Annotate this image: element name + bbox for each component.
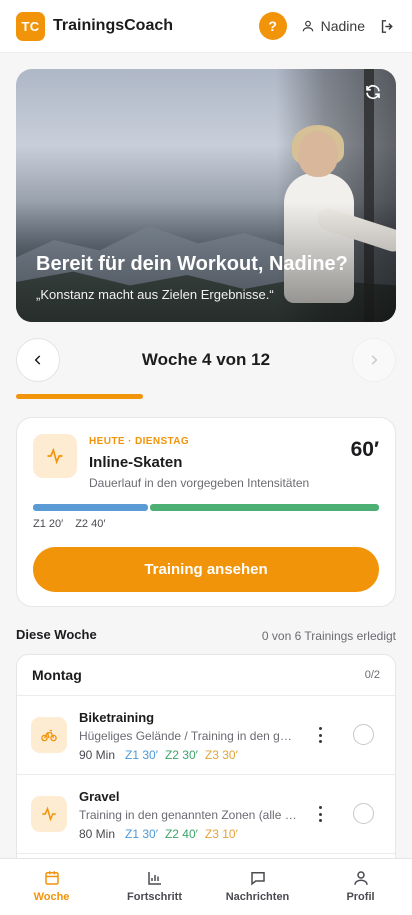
workout-description: Hügeliges Gelände / Training in den gena… [79, 729, 297, 743]
app-logo: TC [16, 11, 45, 41]
this-week-count: 0 von 6 Trainings erledigt [261, 629, 396, 643]
today-workout-name: Inline-Skaten [89, 454, 183, 471]
zone-2-time: Z2 30′ [164, 748, 198, 762]
zone-1-time: Z1 30′ [125, 827, 158, 841]
refresh-icon [366, 85, 380, 99]
bottom-navigation: Woche Fortschritt Nachrichten Profil [0, 858, 412, 915]
day-count: 0/2 [364, 669, 380, 681]
workout-meta: 80 Min Z1 30′ Z2 40′ Z3 10′ [79, 827, 238, 841]
plan-progress-bar [16, 394, 396, 399]
zone-segment [150, 504, 379, 511]
next-week-button[interactable] [352, 338, 396, 382]
today-workout-card: HEUTE · DIENSTAG Inline-Skaten Dauerlauf… [16, 417, 396, 607]
app-name: TrainingsCoach [53, 17, 174, 34]
complete-checkbox[interactable] [353, 803, 374, 824]
workout-meta: 90 Min Z1 30′ Z2 30′ Z3 30′ [79, 748, 238, 762]
workout-title: Gravel [79, 789, 120, 804]
today-workout-description: Dauerlauf in den vorgegeben Intensitäten [89, 476, 310, 490]
bike-icon [31, 717, 67, 753]
workout-duration: 80 Min [79, 827, 116, 841]
hero-quote: „Konstanz macht aus Zielen Ergebnisse.“ [36, 287, 274, 302]
message-icon [250, 872, 265, 886]
day-header[interactable]: Montag 0/2 [17, 655, 395, 696]
previous-week-button[interactable] [16, 338, 60, 382]
zone-label: Z1 20′ [33, 518, 64, 530]
more-options-icon[interactable] [314, 803, 326, 825]
plan-progress-fill [16, 394, 143, 399]
nav-label: Woche [33, 891, 70, 903]
logout-icon [381, 19, 393, 33]
week-title: Woche 4 von 12 [141, 350, 271, 369]
nav-label: Nachrichten [225, 891, 290, 903]
workout-row[interactable]: Gravel Training in den genannten Zonen (… [17, 775, 395, 854]
zone-labels: Z1 20′ Z2 40′ [33, 518, 105, 530]
help-button[interactable]: ? [258, 12, 287, 40]
header-actions: ? Nadine [258, 12, 396, 40]
nav-week[interactable]: Woche [0, 859, 103, 915]
zone-3-time: Z3 10′ [204, 827, 238, 841]
view-training-button[interactable]: Training ansehen [33, 547, 379, 592]
workout-description: Training in den genannten Zonen (alle Zo… [79, 808, 297, 822]
today-label: HEUTE · DIENSTAG [89, 436, 190, 447]
activity-icon [31, 796, 67, 832]
zone-label: Z2 40′ [75, 518, 106, 530]
workout-duration: 90 Min [79, 748, 116, 762]
workout-title: Biketraining [79, 710, 155, 725]
day-name: Montag [32, 667, 82, 683]
user-icon [302, 20, 313, 32]
day-card-monday: Montag 0/2 Biketraining Hügeliges Geländ… [16, 654, 396, 884]
zone-1-time: Z1 30′ [125, 748, 158, 762]
chevron-right-icon [371, 355, 378, 365]
nav-profile[interactable]: Profil [309, 859, 412, 915]
complete-checkbox[interactable] [353, 724, 374, 745]
app-header: TC TrainingsCoach ? Nadine [0, 0, 412, 53]
bar-chart-icon [147, 872, 161, 885]
week-navigation: Woche 4 von 12 [16, 338, 396, 382]
activity-icon [33, 434, 77, 478]
zone-segment [33, 504, 148, 511]
this-week-title: Diese Woche [16, 627, 97, 642]
nav-label: Profil [346, 891, 375, 903]
zone-3-time: Z3 30′ [204, 748, 238, 762]
refresh-button[interactable] [362, 81, 384, 103]
more-options-icon[interactable] [314, 724, 326, 746]
workout-row[interactable]: Biketraining Hügeliges Gelände / Trainin… [17, 696, 395, 775]
user-name: Nadine [320, 18, 365, 34]
today-duration: 60′ [350, 438, 379, 461]
hero-image-person-head [298, 131, 338, 177]
nav-messages[interactable]: Nachrichten [206, 859, 309, 915]
nav-label: Fortschritt [127, 891, 182, 903]
hero-banner: Bereit für dein Workout, Nadine? „Konsta… [16, 69, 396, 322]
user-menu[interactable]: Nadine [301, 18, 365, 34]
nav-progress[interactable]: Fortschritt [103, 859, 206, 915]
calendar-icon [44, 871, 59, 885]
zone-distribution-bar [33, 504, 379, 511]
chevron-left-icon [34, 355, 41, 365]
logout-button[interactable] [379, 18, 396, 35]
hero-title: Bereit für dein Workout, Nadine? [36, 253, 348, 275]
zone-2-time: Z2 40′ [164, 827, 198, 841]
user-icon [353, 871, 368, 885]
